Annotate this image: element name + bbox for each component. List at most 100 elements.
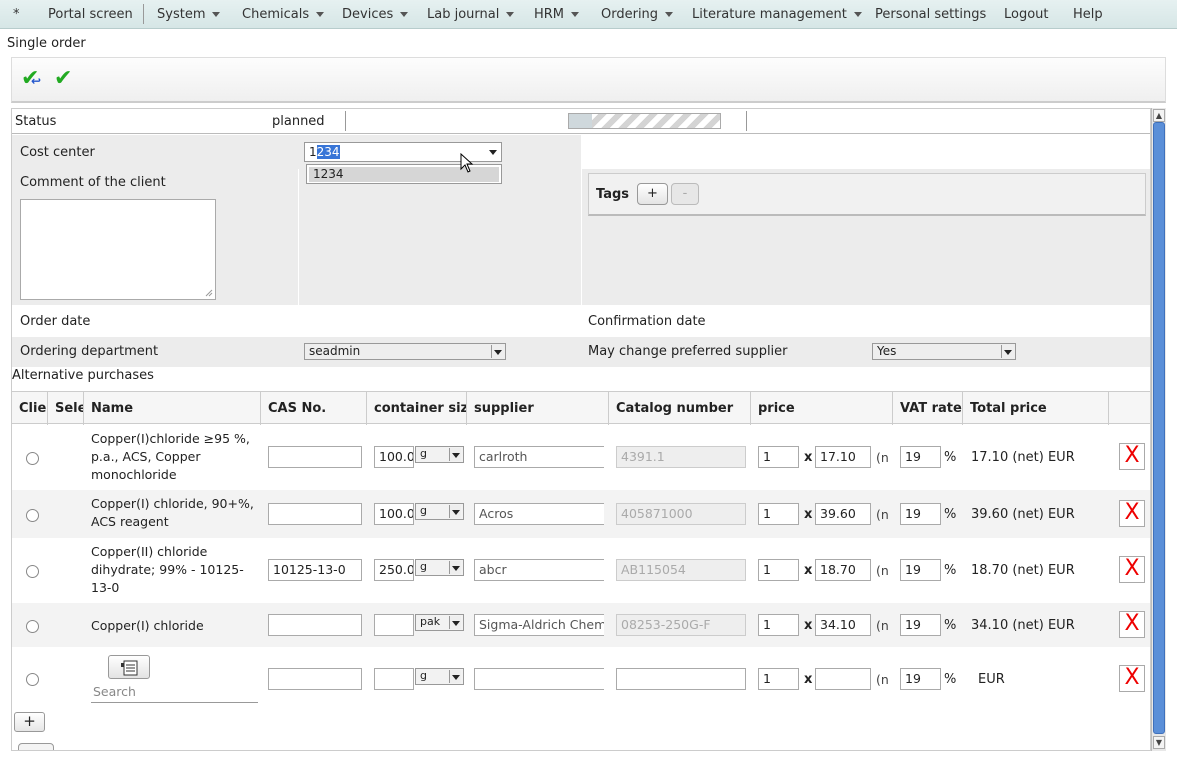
vat-input[interactable]: 19 — [900, 446, 941, 468]
menu-personal-settings[interactable]: Personal settings — [875, 7, 986, 22]
product-name: Copper(II) chloride dihydrate; 99% - 101… — [91, 544, 244, 595]
menu-devices[interactable]: Devices — [342, 7, 409, 22]
scroll-thumb[interactable] — [1153, 122, 1165, 734]
menu-separator — [143, 4, 144, 24]
price-input[interactable]: 18.70 — [815, 559, 871, 581]
delete-row-button[interactable]: X — [1119, 665, 1145, 692]
net-label: (n — [876, 672, 889, 687]
menu-help[interactable]: Help — [1073, 7, 1103, 22]
container-size-input[interactable] — [374, 668, 414, 690]
quantity-input[interactable]: 1 — [758, 503, 799, 525]
client-radio[interactable] — [26, 673, 39, 686]
chevron-down-icon — [491, 345, 503, 358]
container-size-input[interactable]: 100.0 — [374, 446, 414, 468]
may-change-supplier-select[interactable]: Yes — [872, 343, 1016, 360]
delete-row-button[interactable]: X — [1119, 556, 1145, 583]
return-arrow-icon: ↩ — [31, 74, 42, 88]
price-input[interactable]: 34.10 — [815, 614, 871, 636]
resize-handle-icon[interactable] — [205, 289, 213, 297]
percent-symbol: % — [944, 563, 957, 578]
add-tag-button[interactable]: + — [637, 183, 668, 205]
column-header[interactable]: VAT rate — [893, 392, 963, 425]
supplier-input[interactable]: abcr — [474, 559, 604, 581]
menu-star[interactable]: * — [13, 7, 20, 22]
save-and-return-icon[interactable]: ✔ ↩ — [21, 66, 42, 91]
cas-input[interactable]: 10125-13-0 — [268, 559, 362, 581]
vat-input[interactable]: 19 — [900, 559, 941, 581]
cas-input[interactable] — [268, 614, 362, 636]
quantity-input[interactable]: 1 — [758, 559, 799, 581]
menu-label: System — [157, 7, 206, 22]
page-title: Single order — [7, 36, 86, 51]
catalog-number-input: AB115054 — [616, 559, 746, 581]
container-size-input[interactable]: 100.0 — [374, 503, 414, 525]
client-radio[interactable] — [26, 452, 39, 465]
column-header[interactable]: Catalog number — [609, 392, 751, 425]
menu-ordering[interactable]: Ordering — [601, 7, 674, 22]
vat-input[interactable]: 19 — [900, 668, 941, 690]
vat-input[interactable]: 19 — [900, 614, 941, 636]
unit-select[interactable]: g — [415, 668, 464, 685]
add-row-button[interactable]: + — [14, 712, 45, 732]
column-header[interactable]: CAS No. — [261, 392, 367, 425]
client-radio[interactable] — [26, 620, 39, 633]
times-symbol: x — [804, 618, 813, 633]
supplier-input[interactable]: carlroth — [474, 446, 604, 468]
product-name: Copper(I) chloride — [91, 618, 204, 633]
container-size-input[interactable]: 250.0 — [374, 559, 414, 581]
menu-system[interactable]: System — [157, 7, 221, 22]
tags-label: Tags — [596, 187, 630, 202]
unit-select[interactable]: pak — [415, 614, 464, 631]
column-header[interactable]: supplier — [467, 392, 609, 425]
client-radio[interactable] — [26, 509, 39, 522]
product-list-button[interactable] — [108, 655, 150, 679]
column-header[interactable]: container size — [367, 392, 467, 425]
cas-input[interactable] — [268, 668, 362, 690]
vat-input[interactable]: 19 — [900, 503, 941, 525]
column-header[interactable]: Client — [12, 392, 48, 425]
partial-button[interactable] — [18, 743, 54, 750]
unit-select[interactable]: g — [415, 559, 464, 576]
price-input[interactable]: 39.60 — [815, 503, 871, 525]
delete-row-button[interactable]: X — [1119, 611, 1145, 638]
delete-row-button[interactable]: X — [1119, 443, 1145, 470]
quantity-input[interactable]: 1 — [758, 446, 799, 468]
vertical-scrollbar[interactable]: ▲ ▼ — [1151, 108, 1166, 751]
menu-hrm[interactable]: HRM — [534, 7, 580, 22]
quantity-input[interactable]: 1 — [758, 668, 799, 690]
supplier-input[interactable] — [474, 668, 604, 690]
menu-logout[interactable]: Logout — [1004, 7, 1049, 22]
save-icon[interactable]: ✔ — [54, 66, 72, 91]
scroll-down-icon[interactable]: ▼ — [1153, 736, 1165, 749]
supplier-input[interactable]: Acros — [474, 503, 604, 525]
cas-input[interactable] — [268, 503, 362, 525]
column-header[interactable]: Name — [84, 392, 261, 425]
price-input[interactable]: 17.10 — [815, 446, 871, 468]
catalog-number-input[interactable] — [616, 668, 746, 690]
container-size-input[interactable] — [374, 614, 414, 636]
unit-select[interactable]: g — [415, 446, 464, 463]
remove-tag-button[interactable]: - — [671, 183, 699, 205]
cas-input[interactable] — [268, 446, 362, 468]
scroll-up-icon[interactable]: ▲ — [1153, 109, 1165, 122]
menu-chemicals[interactable]: Chemicals — [242, 7, 325, 22]
menu-literature-management[interactable]: Literature management — [692, 7, 862, 22]
column-header[interactable]: price — [751, 392, 893, 425]
column-header[interactable]: Total price — [963, 392, 1109, 425]
product-search-input[interactable]: Search — [91, 683, 258, 703]
unit-select[interactable]: g — [415, 503, 464, 520]
quantity-input[interactable]: 1 — [758, 614, 799, 636]
menu-portal-screen[interactable]: Portal screen — [48, 7, 133, 22]
toolbar: ✔ ↩ ✔ — [11, 57, 1166, 103]
supplier-input[interactable]: Sigma-Aldrich Chemie — [474, 614, 604, 636]
times-symbol: x — [804, 507, 813, 522]
alternatives-title: Alternative purchases — [12, 368, 154, 383]
comment-textarea[interactable] — [20, 199, 216, 300]
client-radio[interactable] — [26, 565, 39, 578]
menu-lab-journal[interactable]: Lab journal — [427, 7, 515, 22]
price-input[interactable] — [815, 668, 871, 690]
chevron-down-icon[interactable] — [487, 145, 499, 159]
column-header[interactable]: Selected — [48, 392, 84, 425]
ordering-department-select[interactable]: seadmin — [304, 343, 506, 360]
delete-row-button[interactable]: X — [1119, 500, 1145, 527]
